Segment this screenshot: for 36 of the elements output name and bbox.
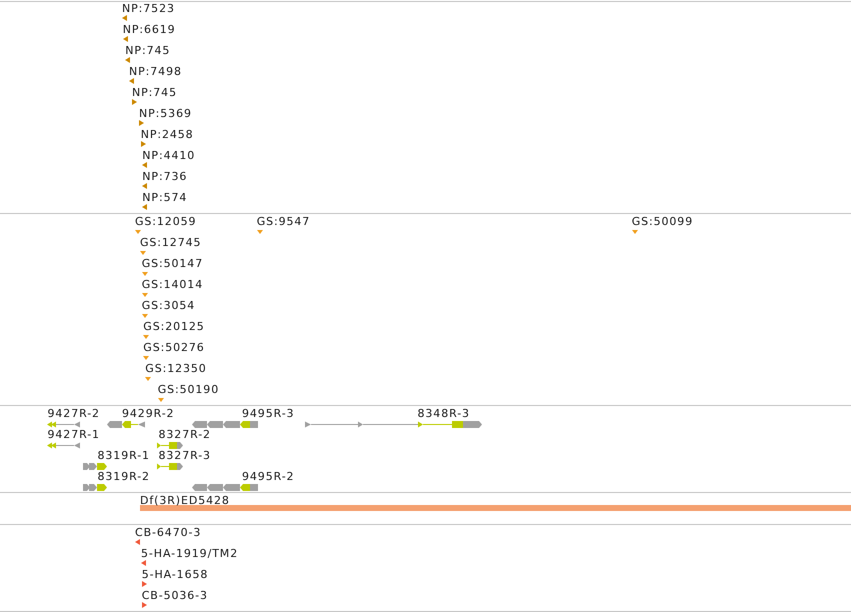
insertion-label: 5-HA-1658 xyxy=(142,568,208,581)
insertion-label: NP:736 xyxy=(142,170,188,183)
transcript-label: 9427R-1 xyxy=(48,428,100,441)
insertion-label: GS:14014 xyxy=(142,278,204,291)
insertion-label: GS:20125 xyxy=(143,320,205,333)
transcript-label: 9429R-2 xyxy=(122,407,174,420)
insertion-label: NP:745 xyxy=(125,44,170,57)
insertion-label: GS:12745 xyxy=(140,236,202,249)
transcript-label: 8327R-3 xyxy=(158,449,211,462)
transcript-label: 9495R-3 xyxy=(242,407,294,420)
insertion-label: GS:12059 xyxy=(135,215,196,228)
transcript-label: 9427R-2 xyxy=(48,407,100,420)
transcript-label: 8327R-2 xyxy=(158,428,211,441)
insertion-label: 5-HA-1919/TM2 xyxy=(141,547,238,560)
insertion-label: NP:574 xyxy=(142,191,188,204)
insertion-label: GS:3054 xyxy=(142,299,196,312)
insertion-label: GS:9547 xyxy=(256,215,310,228)
transcript-label: 9495R-2 xyxy=(242,470,294,483)
insertion-label: NP:6619 xyxy=(122,23,176,36)
transcript-label: 8319R-2 xyxy=(98,470,150,483)
insertion-label: GS:12350 xyxy=(145,362,207,375)
insertion-label: GS:50147 xyxy=(142,257,204,270)
insertion-label: CB-5036-3 xyxy=(142,589,208,602)
insertion-label: GS:50099 xyxy=(632,215,694,228)
insertion-label: NP:745 xyxy=(132,86,177,99)
insertion-label: NP:2458 xyxy=(140,128,194,141)
insertion-label: NP:7498 xyxy=(129,65,182,78)
deficiency-label: Df(3R)ED5428 xyxy=(140,494,230,507)
insertion-label: CB-6470-3 xyxy=(135,526,202,539)
insertion-label: GS:50276 xyxy=(143,341,205,354)
transcript-label: 8319R-1 xyxy=(98,449,150,462)
insertion-label: NP:7523 xyxy=(122,2,175,15)
insertion-label: GS:50190 xyxy=(158,383,220,396)
transcript-label: 8348R-3 xyxy=(418,407,470,420)
insertion-label: NP:5369 xyxy=(139,107,192,120)
insertion-label: NP:4410 xyxy=(142,149,196,162)
